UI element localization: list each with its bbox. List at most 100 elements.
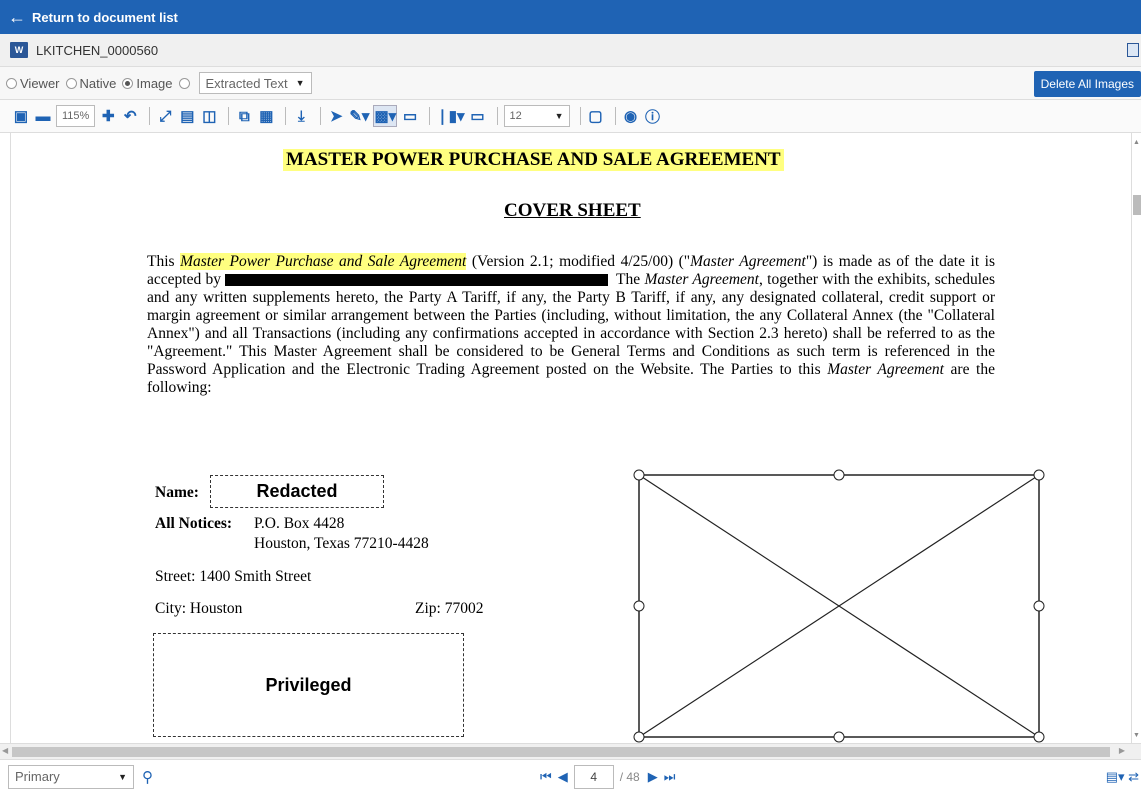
image-edit-icon[interactable]: ▦ <box>257 105 275 127</box>
zoom-out-icon[interactable]: ▬ <box>34 105 52 127</box>
toolbar-divider <box>579 107 581 125</box>
return-to-list-label[interactable]: Return to document list <box>32 10 178 25</box>
toolbar-divider <box>228 107 230 125</box>
privileged-box[interactable]: Privileged <box>153 633 464 737</box>
stamp-icon[interactable]: ▭ <box>401 105 419 127</box>
para-text: The <box>616 271 645 288</box>
vertical-scrollbar[interactable]: ▲ ▼ <box>1131 133 1141 743</box>
layer-select-value[interactable]: Primary <box>15 769 60 784</box>
zoom-input[interactable]: 115% <box>56 105 96 127</box>
scroll-up-icon[interactable]: ▲ <box>1133 139 1140 146</box>
delete-all-images-button[interactable]: Delete All Images <box>1033 71 1141 97</box>
page-subtitle: COVER SHEET <box>504 200 641 221</box>
street-field: Street: 1400 Smith Street <box>155 568 312 585</box>
word-icon: W <box>10 42 28 58</box>
location-pin-icon[interactable]: ⚲ <box>142 768 153 786</box>
redacted-box[interactable]: Redacted <box>210 475 384 508</box>
page-total: / 48 <box>619 770 640 784</box>
fit-width-icon[interactable]: ▤ <box>178 105 196 127</box>
caret-down-icon: ▼ <box>295 78 305 88</box>
first-page-icon[interactable]: ⏮ <box>540 769 552 785</box>
document-actions-icon[interactable] <box>1127 43 1139 57</box>
last-page-icon[interactable]: ⏭ <box>664 769 676 785</box>
download-icon[interactable]: ⤓ <box>292 105 310 127</box>
image-placeholder-box[interactable] <box>633 469 1045 743</box>
delete-icon[interactable]: ▢ <box>587 105 605 127</box>
scroll-thumb[interactable] <box>12 747 1110 757</box>
scroll-thumb[interactable] <box>1133 195 1141 215</box>
resize-handle[interactable] <box>633 731 645 743</box>
resize-handle[interactable] <box>1033 731 1045 743</box>
zoom-in-icon[interactable]: ✚ <box>99 105 117 127</box>
mode-native-label[interactable]: Native <box>80 76 117 91</box>
document-name: LKITCHEN_0000560 <box>36 42 159 58</box>
scroll-left-icon[interactable]: ◀ <box>2 746 8 755</box>
name-label: Name: <box>155 484 199 501</box>
mode-extracted-radio[interactable] <box>178 77 193 89</box>
extracted-text-label[interactable]: Extracted Text <box>206 76 288 91</box>
stamp-size-select[interactable]: 12 ▼ <box>503 105 570 127</box>
info-icon[interactable]: ⓘ <box>644 105 662 127</box>
page-navigator: ⏮ ◀ 4 / 48 ▶ ⏭ <box>540 765 675 789</box>
image-toolbar: ▣ ▬ 115% ✚ ↶ ⤢ ▤ ◫ ⧉ ▦ ⤓ ➤ ✎▾ ▩▾ ▭ ❘▮▾ ▭… <box>0 100 1141 133</box>
resize-handle[interactable] <box>1033 469 1045 481</box>
stamp-size-value[interactable]: 12 <box>510 110 522 122</box>
highlight-icon[interactable]: ✎▾ <box>349 105 369 127</box>
page-number-input[interactable]: 4 <box>573 765 614 789</box>
scroll-right-icon[interactable]: ▶ <box>1119 746 1125 755</box>
copy-image-icon[interactable]: ⧉ <box>235 105 253 127</box>
para-italic: Master Agreement <box>827 361 944 378</box>
document-viewer[interactable]: MASTER POWER PURCHASE AND SALE AGREEMENT… <box>10 133 1131 743</box>
split-view-icon[interactable]: ◫ <box>200 105 218 127</box>
privileged-label: Privileged <box>265 674 352 695</box>
layer-select[interactable]: Primary ▼ <box>8 764 134 789</box>
resize-handle[interactable] <box>633 469 645 481</box>
toolbar-divider <box>614 107 616 125</box>
resize-handle[interactable] <box>633 600 645 612</box>
para-italic: Master Agreement <box>644 271 759 288</box>
scroll-down-icon[interactable]: ▼ <box>1133 732 1140 739</box>
mode-viewer-radio[interactable]: Viewer <box>6 76 60 91</box>
zip-field: Zip: 77002 <box>415 600 484 617</box>
prev-page-icon[interactable]: ◀ <box>558 769 568 785</box>
extracted-text-select[interactable]: Extracted Text ▼ <box>198 72 312 94</box>
select-icon[interactable]: ➤ <box>327 105 345 127</box>
para-italic: Master Agreement <box>690 253 806 270</box>
image-icon[interactable]: ▣ <box>12 105 30 127</box>
para-text: (Version 2.1; modified 4/25/00) (" <box>466 253 691 270</box>
redaction-bar[interactable] <box>225 274 609 287</box>
caret-down-icon: ▼ <box>554 111 564 121</box>
viewer-footer: Primary ▼ ⚲ ⏮ ◀ 4 / 48 ▶ ⏭ ▤▾ ⇄ <box>0 759 1141 793</box>
horizontal-scrollbar[interactable]: ◀ ▶ <box>0 743 1141 759</box>
toolbar-divider <box>285 107 287 125</box>
resize-handle[interactable] <box>833 469 845 481</box>
next-page-icon[interactable]: ▶ <box>648 769 658 785</box>
mass-redact-icon[interactable]: ❘▮▾ <box>436 105 464 127</box>
back-arrow-icon[interactable]: ← <box>8 8 26 26</box>
view-mode-bar: Viewer Native Image Extracted Text ▼ Dele… <box>0 67 1141 100</box>
caret-down-icon: ▼ <box>118 771 127 782</box>
layout-options-icon[interactable]: ▤▾ ⇄ <box>1106 769 1139 785</box>
agreement-paragraph: This Master Power Purchase and Sale Agre… <box>147 253 995 397</box>
notices-line1: P.O. Box 4428 <box>254 515 345 532</box>
city-field: City: Houston <box>155 600 243 617</box>
toolbar-divider <box>429 107 431 125</box>
radio-dot[interactable] <box>178 77 190 89</box>
fit-page-icon[interactable]: ⤢ <box>156 105 174 127</box>
resize-handle[interactable] <box>1033 600 1045 612</box>
rotate-icon[interactable]: ↶ <box>121 105 139 127</box>
mode-image-radio[interactable]: Image <box>122 76 173 91</box>
mode-image-label[interactable]: Image <box>136 76 172 91</box>
redact-icon[interactable]: ▩▾ <box>373 105 398 127</box>
mode-native-radio[interactable]: Native <box>65 76 117 91</box>
notices-line2: Houston, Texas 77210-4428 <box>254 535 429 552</box>
mode-viewer-label[interactable]: Viewer <box>20 76 60 91</box>
radio-dot[interactable] <box>6 77 17 89</box>
radio-dot[interactable] <box>65 77 77 89</box>
resize-handle[interactable] <box>833 731 845 743</box>
document-page: MASTER POWER PURCHASE AND SALE AGREEMENT… <box>11 133 1131 743</box>
page-icon[interactable]: ▭ <box>469 105 487 127</box>
return-to-list-bar[interactable]: ← Return to document list <box>0 0 1141 34</box>
radio-dot-checked[interactable] <box>122 77 134 89</box>
eye-icon[interactable]: ◉ <box>622 105 640 127</box>
